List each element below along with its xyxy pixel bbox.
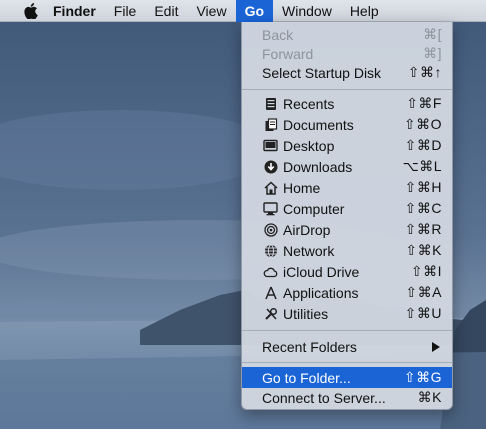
menu-window[interactable]: Window bbox=[273, 0, 341, 22]
downloads-icon bbox=[262, 158, 279, 175]
menu-separator bbox=[242, 89, 452, 90]
shortcut-label: ⌥⌘L bbox=[402, 158, 442, 174]
menu-separator bbox=[242, 330, 452, 331]
airdrop-icon bbox=[262, 221, 279, 238]
submenu-arrow-icon bbox=[432, 341, 440, 352]
menu-item-home[interactable]: Home ⇧⌘H bbox=[242, 177, 452, 198]
menu-edit[interactable]: Edit bbox=[145, 0, 187, 22]
shortcut-label: ⇧⌘F bbox=[406, 95, 442, 111]
network-icon bbox=[262, 242, 279, 259]
menu-item-downloads[interactable]: Downloads ⌥⌘L bbox=[242, 156, 452, 177]
shortcut-label: ⇧⌘H bbox=[404, 179, 442, 195]
recents-icon bbox=[262, 95, 279, 112]
menu-item-label: Home bbox=[283, 179, 321, 196]
shortcut-label: ⌘] bbox=[423, 45, 442, 61]
menu-help[interactable]: Help bbox=[341, 0, 388, 22]
menu-item-label: Back bbox=[262, 26, 294, 43]
shortcut-label: ⇧⌘O bbox=[403, 116, 442, 132]
utilities-icon bbox=[262, 305, 279, 322]
menu-item-documents[interactable]: Documents ⇧⌘O bbox=[242, 114, 452, 135]
icloud-icon bbox=[262, 263, 279, 280]
home-icon bbox=[262, 179, 279, 196]
menu-item-computer[interactable]: Computer ⇧⌘C bbox=[242, 198, 452, 219]
apple-menu-icon[interactable] bbox=[20, 0, 42, 22]
shortcut-label: ⇧⌘A bbox=[405, 284, 442, 300]
menu-item-label: Network bbox=[283, 242, 335, 259]
menu-item-label: Utilities bbox=[283, 305, 329, 322]
menu-item-label: Applications bbox=[283, 284, 359, 301]
menu-item-network[interactable]: Network ⇧⌘K bbox=[242, 240, 452, 261]
menu-separator bbox=[242, 362, 452, 363]
menu-item-label: AirDrop bbox=[283, 221, 331, 238]
menu-item-label: Documents bbox=[283, 116, 354, 133]
go-menu-dropdown: Back ⌘[ Forward ⌘] Select Startup Disk ⇧… bbox=[241, 22, 453, 410]
menu-item-back[interactable]: Back ⌘[ bbox=[242, 24, 452, 45]
menu-item-label: iCloud Drive bbox=[283, 263, 360, 280]
menu-item-recents[interactable]: Recents ⇧⌘F bbox=[242, 93, 452, 114]
menu-file[interactable]: File bbox=[105, 0, 146, 22]
menu-item-label: Recents bbox=[283, 95, 335, 112]
menu-item-desktop[interactable]: Desktop ⇧⌘D bbox=[242, 135, 452, 156]
menu-item-label: Connect to Server... bbox=[262, 389, 386, 406]
menu-item-label: Recent Folders bbox=[262, 338, 357, 355]
menu-item-connect-to-server[interactable]: Connect to Server... ⌘K bbox=[242, 387, 452, 408]
menu-view[interactable]: View bbox=[187, 0, 235, 22]
menu-item-recent-folders[interactable]: Recent Folders bbox=[242, 336, 452, 357]
menu-item-utilities[interactable]: Utilities ⇧⌘U bbox=[242, 303, 452, 324]
shortcut-label: ⇧⌘R bbox=[404, 221, 442, 237]
shortcut-label: ⇧⌘G bbox=[403, 369, 442, 385]
menu-item-label: Forward bbox=[262, 45, 314, 62]
menu-finder[interactable]: Finder bbox=[42, 0, 105, 22]
menu-item-forward[interactable]: Forward ⌘] bbox=[242, 43, 452, 64]
menu-item-select-startup-disk[interactable]: Select Startup Disk ⇧⌘↑ bbox=[242, 62, 452, 83]
shortcut-label: ⌘K bbox=[417, 389, 442, 405]
documents-icon bbox=[262, 116, 279, 133]
shortcut-label: ⇧⌘I bbox=[410, 263, 442, 279]
menu-item-label: Select Startup Disk bbox=[262, 64, 382, 81]
computer-icon bbox=[262, 200, 279, 217]
menu-item-label: Computer bbox=[283, 200, 345, 217]
menu-go[interactable]: Go bbox=[235, 0, 274, 22]
menu-item-label: Desktop bbox=[283, 137, 335, 154]
menu-item-icloud-drive[interactable]: iCloud Drive ⇧⌘I bbox=[242, 261, 452, 282]
applications-icon bbox=[262, 284, 279, 301]
menu-item-label: Go to Folder... bbox=[262, 369, 351, 386]
menu-item-airdrop[interactable]: AirDrop ⇧⌘R bbox=[242, 219, 452, 240]
menu-item-label: Downloads bbox=[283, 158, 353, 175]
menu-item-applications[interactable]: Applications ⇧⌘A bbox=[242, 282, 452, 303]
shortcut-label: ⇧⌘U bbox=[404, 305, 442, 321]
shortcut-label: ⇧⌘↑ bbox=[407, 64, 442, 80]
shortcut-label: ⇧⌘K bbox=[405, 242, 442, 258]
menu-bar: Finder File Edit View Go Window Help bbox=[0, 0, 486, 22]
menu-item-go-to-folder[interactable]: Go to Folder... ⇧⌘G bbox=[242, 367, 452, 388]
shortcut-label: ⌘[ bbox=[423, 26, 442, 42]
desktop-icon bbox=[262, 137, 279, 154]
shortcut-label: ⇧⌘D bbox=[404, 137, 442, 153]
shortcut-label: ⇧⌘C bbox=[404, 200, 442, 216]
